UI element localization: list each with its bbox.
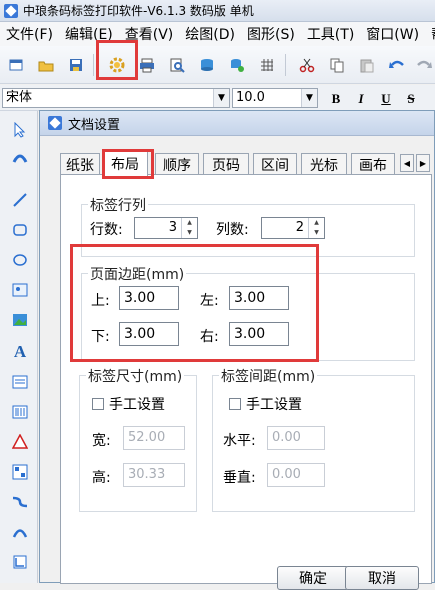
stepper-down-icon[interactable]: ▼	[182, 228, 197, 238]
font-name-select[interactable]: 宋体 ▼	[2, 88, 230, 108]
font-size-select[interactable]: 10.0 ▼	[232, 88, 318, 108]
label-spacing-manual-checkbox[interactable]: 手工设置	[229, 394, 302, 414]
new-icon[interactable]	[5, 54, 27, 76]
tab-scroll-right-icon[interactable]: ▶	[416, 154, 430, 172]
warning-shape-icon[interactable]	[9, 431, 31, 453]
pan-icon[interactable]	[9, 147, 31, 169]
menu-shape[interactable]: 图形(S)	[241, 24, 301, 44]
database-settings-icon[interactable]	[226, 54, 248, 76]
group-title: 标签尺寸(mm)	[86, 366, 185, 386]
checkbox-label: 手工设置	[246, 397, 302, 413]
label-width-input[interactable]: 52.00	[123, 426, 185, 450]
label-spacing-group: 标签间距(mm) 手工设置 水平: 0.00 垂直: 0.00	[212, 366, 415, 512]
dialog-app-icon	[48, 116, 62, 130]
grid-icon[interactable]	[256, 54, 278, 76]
group-title: 标签行列	[88, 195, 148, 215]
tab-cursor[interactable]: 光标	[301, 153, 347, 175]
print-preview-icon[interactable]	[166, 54, 188, 76]
ellipse-icon[interactable]	[9, 249, 31, 271]
tab-page-number[interactable]: 页码	[203, 153, 249, 175]
tab-scroll-left-icon[interactable]: ◀	[400, 154, 414, 172]
window-title: 中琅条码标签打印软件-V6.1.3 数码版 单机	[23, 4, 254, 18]
menu-file[interactable]: 文件(F)	[0, 24, 59, 44]
left-toolbox: A	[0, 111, 38, 583]
arc-icon[interactable]	[9, 521, 31, 543]
tab-range[interactable]: 区间	[253, 153, 297, 175]
menu-bar: 文件(F) 编辑(E) 查看(V) 绘图(D) 图形(S) 工具(T) 窗口(W…	[0, 22, 435, 46]
chevron-down-icon[interactable]: ▼	[213, 89, 229, 107]
dialog-title-bar: 文档设置	[40, 111, 434, 136]
layout-tab-highlight	[102, 149, 154, 179]
label-height-input[interactable]: 30.33	[123, 463, 185, 487]
cancel-button[interactable]: 取消	[345, 566, 419, 590]
copy-icon[interactable]	[326, 54, 348, 76]
menu-help[interactable]: 帮	[425, 24, 435, 44]
checkbox-icon[interactable]	[92, 398, 104, 410]
menu-draw[interactable]: 绘图(D)	[179, 24, 241, 44]
layout-panel: 标签行列 行数: 3 ▲ ▼ 列数: 2 ▲ ▼ 页面边距(mm) 上: 3.00 …	[60, 174, 432, 584]
app-logo-icon	[4, 3, 18, 18]
font-name-value: 宋体	[6, 90, 33, 105]
checkbox-label: 手工设置	[109, 397, 165, 413]
checkbox-icon[interactable]	[229, 398, 241, 410]
line-icon[interactable]	[9, 189, 31, 211]
ok-button[interactable]: 确定	[277, 566, 349, 590]
height-label: 高:	[92, 470, 111, 486]
tab-canvas[interactable]: 画布	[351, 153, 395, 175]
qrcode-icon[interactable]	[9, 461, 31, 483]
database-icon[interactable]	[196, 54, 218, 76]
pointer-icon[interactable]	[9, 119, 31, 141]
rows-value: 3	[168, 220, 177, 235]
underline-button[interactable]: U	[376, 89, 396, 109]
cut-icon[interactable]	[296, 54, 318, 76]
width-label: 宽:	[92, 433, 111, 449]
page-margin-highlight	[70, 244, 319, 362]
undo-icon[interactable]	[386, 54, 408, 76]
tab-order[interactable]: 顺序	[155, 153, 199, 175]
curve-icon[interactable]	[9, 491, 31, 513]
label-size-manual-checkbox[interactable]: 手工设置	[92, 394, 165, 414]
cols-value: 2	[295, 220, 304, 235]
tab-paper[interactable]: 纸张	[60, 153, 100, 175]
bold-button[interactable]: B	[326, 89, 346, 109]
settings-highlight	[96, 40, 138, 80]
print-icon[interactable]	[136, 54, 158, 76]
vertical-label: 垂直:	[223, 470, 256, 486]
rounded-rect-icon[interactable]	[9, 219, 31, 241]
barcode-icon[interactable]	[9, 401, 31, 423]
horizontal-label: 水平:	[223, 433, 256, 449]
strikethrough-button[interactable]: S	[401, 89, 421, 109]
rows-stepper[interactable]: 3 ▲ ▼	[134, 217, 198, 239]
picture-icon[interactable]	[9, 309, 31, 331]
title-bar: 中琅条码标签打印软件-V6.1.3 数码版 单机	[0, 0, 435, 22]
menu-window[interactable]: 窗口(W)	[360, 24, 425, 44]
stepper-up-icon[interactable]: ▲	[309, 218, 324, 228]
horizontal-spacing-input[interactable]: 0.00	[267, 426, 325, 450]
rich-text-icon[interactable]	[9, 371, 31, 393]
open-icon[interactable]	[35, 54, 57, 76]
stepper-up-icon[interactable]: ▲	[182, 218, 197, 228]
font-size-value: 10.0	[236, 90, 265, 105]
main-toolbar	[0, 40, 435, 84]
group-title: 标签间距(mm)	[219, 366, 318, 386]
text-icon[interactable]: A	[9, 341, 31, 363]
label-size-group: 标签尺寸(mm) 手工设置 宽: 52.00 高: 30.33	[79, 366, 197, 512]
paste-icon[interactable]	[356, 54, 378, 76]
dialog-title: 文档设置	[68, 117, 121, 133]
italic-button[interactable]: I	[351, 89, 371, 109]
font-toolbar: 宋体 ▼ 10.0 ▼ B I U S	[0, 85, 435, 111]
stepper-down-icon[interactable]: ▼	[309, 228, 324, 238]
rows-label: 行数:	[90, 222, 123, 238]
image-icon[interactable]	[9, 279, 31, 301]
cols-label: 列数:	[216, 222, 249, 238]
document-settings-dialog: 文档设置 纸张 布局 顺序 页码 区间 光标 画布 ◀ ▶ 标签行列 行数: 3…	[39, 110, 435, 590]
polygon-icon[interactable]	[9, 551, 31, 573]
vertical-spacing-input[interactable]: 0.00	[267, 463, 325, 487]
chevron-down-icon[interactable]: ▼	[301, 89, 317, 107]
cols-stepper[interactable]: 2 ▲ ▼	[261, 217, 325, 239]
menu-tools[interactable]: 工具(T)	[301, 24, 360, 44]
save-icon[interactable]	[65, 54, 87, 76]
redo-icon[interactable]	[413, 54, 435, 76]
